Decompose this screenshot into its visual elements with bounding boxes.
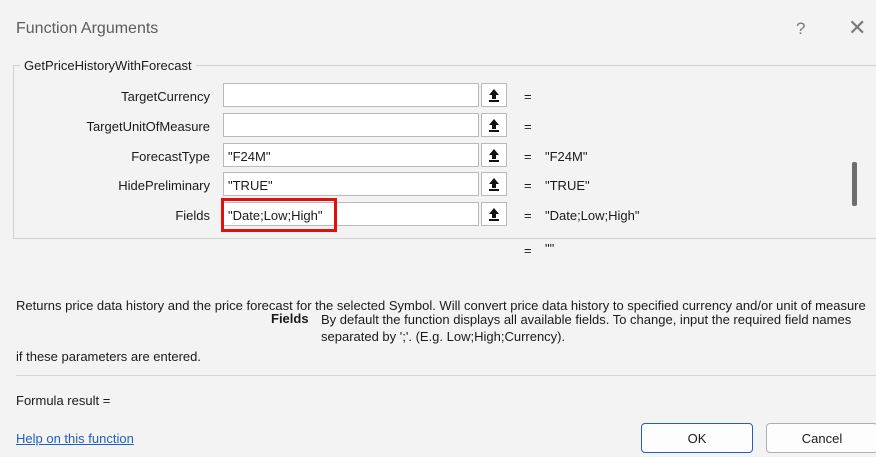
function-result-value: "" — [545, 241, 555, 256]
arg-help-text: By default the function displays all ava… — [321, 312, 852, 344]
hidepreliminary-input[interactable]: "TRUE" — [223, 172, 479, 196]
arg-row-forecasttype: ForecastType "F24M" = "F24M" — [0, 143, 876, 169]
function-name-label: GetPriceHistoryWithForecast — [20, 58, 196, 73]
function-arguments-dialog: Function Arguments ? ✕ GetPriceHistoryWi… — [0, 0, 876, 457]
arg-label: TargetUnitOfMeasure — [86, 119, 210, 134]
dialog-title: Function Arguments — [16, 20, 159, 37]
collapse-dialog-button[interactable] — [481, 202, 507, 226]
cancel-button[interactable]: Cancel — [766, 423, 876, 453]
collapse-dialog-button[interactable] — [481, 113, 507, 137]
upload-arrow-icon — [489, 208, 499, 221]
function-result-equals: = — [524, 243, 532, 258]
equals-sign: = — [524, 149, 532, 164]
equals-sign: = — [524, 119, 532, 134]
forecasttype-input[interactable]: "F24M" — [223, 143, 479, 167]
arg-row-hidepreliminary: HidePreliminary "TRUE" = "TRUE" — [0, 172, 876, 198]
title-bar: Function Arguments ? ✕ — [0, 9, 876, 49]
arg-result: "TRUE" — [545, 178, 590, 193]
upload-arrow-icon — [489, 119, 499, 132]
arg-label: ForecastType — [131, 149, 210, 164]
help-on-function-link[interactable]: Help on this function — [16, 431, 134, 446]
arguments-scrollbar-thumb[interactable] — [852, 162, 857, 206]
description-line-2: if these parameters are entered. — [16, 349, 201, 364]
collapse-dialog-button[interactable] — [481, 143, 507, 167]
arg-result: "F24M" — [545, 149, 588, 164]
targetcurrency-input[interactable] — [223, 83, 479, 107]
arg-row-targetunitofmeasure: TargetUnitOfMeasure = — [0, 113, 876, 139]
targetunitofmeasure-input[interactable] — [223, 113, 479, 137]
upload-arrow-icon — [489, 178, 499, 191]
equals-sign: = — [524, 178, 532, 193]
fields-highlight-annotation — [221, 198, 337, 232]
arg-label: Fields — [175, 208, 210, 223]
close-button[interactable]: ✕ — [848, 15, 866, 41]
divider — [16, 375, 876, 376]
arg-row-fields: Fields "Date;Low;High" = "Date;Low;High" — [0, 202, 876, 228]
arg-label: TargetCurrency — [121, 89, 210, 104]
formula-result-label: Formula result = — [16, 393, 111, 408]
upload-arrow-icon — [489, 149, 499, 162]
arg-row-targetcurrency: TargetCurrency = — [0, 83, 876, 109]
arg-result: "Date;Low;High" — [545, 208, 640, 223]
help-button[interactable]: ? — [796, 19, 805, 39]
equals-sign: = — [524, 89, 532, 104]
ok-button[interactable]: OK — [641, 423, 753, 453]
collapse-dialog-button[interactable] — [481, 83, 507, 107]
equals-sign: = — [524, 208, 532, 223]
upload-arrow-icon — [489, 89, 499, 102]
arg-help-name: Fields — [271, 311, 309, 326]
collapse-dialog-button[interactable] — [481, 172, 507, 196]
arg-label: HidePreliminary — [118, 178, 210, 193]
